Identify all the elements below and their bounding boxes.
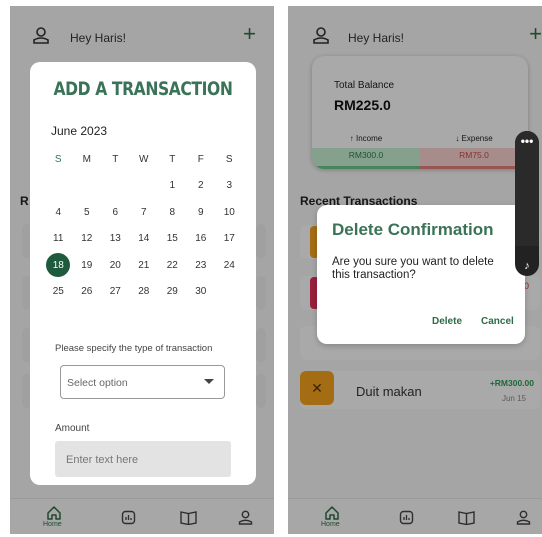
calendar-day[interactable]: 25 <box>44 286 73 297</box>
calendar-day[interactable]: 27 <box>101 286 130 297</box>
calendar-day[interactable]: 3 <box>215 180 244 191</box>
calendar-day[interactable]: 6 <box>101 207 130 218</box>
calendar-weekdays: S M T W T F S <box>44 146 244 173</box>
calendar-day-selected[interactable]: 18 <box>44 253 73 278</box>
calendar-day[interactable]: 19 <box>73 260 102 271</box>
calendar-day-label: 25 <box>52 286 64 298</box>
calendar-day[interactable]: 13 <box>101 233 130 244</box>
calendar-day-label: 21 <box>138 259 150 271</box>
calendar-day-label: 23 <box>195 259 207 271</box>
weekday-label: T <box>112 153 119 165</box>
type-select[interactable]: Select option <box>60 365 225 399</box>
more-icon[interactable]: ••• <box>515 134 539 148</box>
calendar-day[interactable]: 30 <box>187 286 216 297</box>
calendar-day[interactable]: 14 <box>130 233 159 244</box>
weekday-label: T <box>169 153 176 165</box>
calendar-days: 1 2 3 4 5 6 7 8 9 10 11 12 13 14 15 16 17 18 19 20 21 22 23 24 2… <box>44 173 244 306</box>
calendar-day-label: 10 <box>223 206 235 218</box>
calendar-day-label: 15 <box>166 233 178 245</box>
calendar-day-label: 26 <box>81 286 93 298</box>
calendar-week: 4 5 6 7 8 9 10 <box>44 199 244 226</box>
music-note-icon[interactable]: ♪ <box>515 260 539 272</box>
calendar-day-label: 12 <box>81 233 93 245</box>
calendar-day[interactable]: 15 <box>158 233 187 244</box>
delete-button[interactable]: Delete <box>432 316 462 327</box>
calendar-day-label: 11 <box>53 233 64 245</box>
calendar-day-label: 19 <box>81 259 93 271</box>
weekday-label: S <box>54 153 62 165</box>
calendar-day-label: 27 <box>109 286 121 298</box>
dropdown-caret-icon <box>204 379 214 384</box>
floating-panel-body <box>515 131 539 246</box>
calendar-day-label: 3 <box>226 180 233 192</box>
delete-confirmation-dialog: Delete Confirmation Are you sure you wan… <box>317 205 525 344</box>
amount-input[interactable]: Enter text here <box>55 441 231 477</box>
calendar-day-label: 1 <box>169 180 176 192</box>
calendar-day[interactable]: 22 <box>158 260 187 271</box>
calendar-day[interactable]: 5 <box>73 207 102 218</box>
type-label: Please specify the type of transaction <box>55 343 213 354</box>
calendar-day[interactable]: 29 <box>158 286 187 297</box>
calendar-day[interactable]: 17 <box>215 233 244 244</box>
calendar-week: 25 26 27 28 29 30 <box>44 279 244 306</box>
calendar-day[interactable]: 1 <box>158 180 187 191</box>
calendar-day[interactable]: 12 <box>73 233 102 244</box>
calendar-day-label: 7 <box>140 206 147 218</box>
calendar-day[interactable]: 24 <box>215 260 244 271</box>
weekday-label: F <box>197 153 204 165</box>
calendar-day-label: 16 <box>195 233 207 245</box>
dialog-message: Are you sure you want to delete this tra… <box>332 256 494 281</box>
calendar-day-label: 17 <box>223 233 235 245</box>
add-transaction-modal: ADD A TRANSACTION June 2023 S M T W T F … <box>30 62 256 485</box>
calendar-day-label: 6 <box>112 206 119 218</box>
calendar-week: 11 12 13 14 15 16 17 <box>44 226 244 253</box>
calendar-day[interactable]: 7 <box>130 207 159 218</box>
calendar-day[interactable]: 20 <box>101 260 130 271</box>
floating-panel[interactable]: ••• ♪ <box>515 131 539 276</box>
amount-placeholder: Enter text here <box>66 454 139 466</box>
calendar-week: 1 2 3 <box>44 173 244 200</box>
calendar: S M T W T F S 1 2 3 4 5 6 7 8 9 10 11 12 13 14 15 16 17 1… <box>44 146 244 305</box>
calendar-day-label: 14 <box>138 233 150 245</box>
add-transaction-screen: Hey Haris! + R Home ADD A TRANSACTION Ju… <box>10 6 274 534</box>
calendar-day[interactable]: 21 <box>130 260 159 271</box>
weekday-label: W <box>139 153 149 165</box>
calendar-day-label: 9 <box>197 206 204 218</box>
dialog-title: Delete Confirmation <box>332 220 494 239</box>
calendar-day[interactable]: 16 <box>187 233 216 244</box>
cancel-button[interactable]: Cancel <box>481 316 514 327</box>
calendar-day-label: 28 <box>138 286 150 298</box>
modal-title: ADD A TRANSACTION <box>53 78 233 100</box>
calendar-day-label: 5 <box>83 206 90 218</box>
weekday-label: S <box>225 153 233 165</box>
calendar-day-label: 18 <box>52 259 64 271</box>
calendar-day[interactable]: 11 <box>44 233 73 244</box>
calendar-day-label: 20 <box>109 259 121 271</box>
calendar-day[interactable]: 9 <box>187 207 216 218</box>
calendar-day-label: 22 <box>166 259 178 271</box>
calendar-day-label: 8 <box>169 206 176 218</box>
calendar-day[interactable]: 8 <box>158 207 187 218</box>
calendar-day-label: 30 <box>195 286 207 298</box>
calendar-day[interactable]: 10 <box>215 207 244 218</box>
calendar-day-label: 4 <box>55 206 62 218</box>
calendar-day[interactable]: 2 <box>187 180 216 191</box>
calendar-day[interactable]: 26 <box>73 286 102 297</box>
calendar-day-label: 29 <box>166 286 178 298</box>
calendar-day[interactable]: 28 <box>130 286 159 297</box>
calendar-month: June 2023 <box>51 124 108 138</box>
home-screen: Hey Haris! + Total Balance RM225.0 ↑ Inc… <box>288 6 542 534</box>
weekday-label: M <box>82 153 91 165</box>
calendar-day[interactable]: 4 <box>44 207 73 218</box>
calendar-day[interactable]: 23 <box>187 260 216 271</box>
type-select-placeholder: Select option <box>67 377 128 389</box>
calendar-day-label: 24 <box>223 259 235 271</box>
calendar-week: 18 19 20 21 22 23 24 <box>44 252 244 279</box>
calendar-day-label: 2 <box>197 180 204 192</box>
calendar-day-label: 13 <box>109 233 121 245</box>
amount-label: Amount <box>55 423 90 434</box>
